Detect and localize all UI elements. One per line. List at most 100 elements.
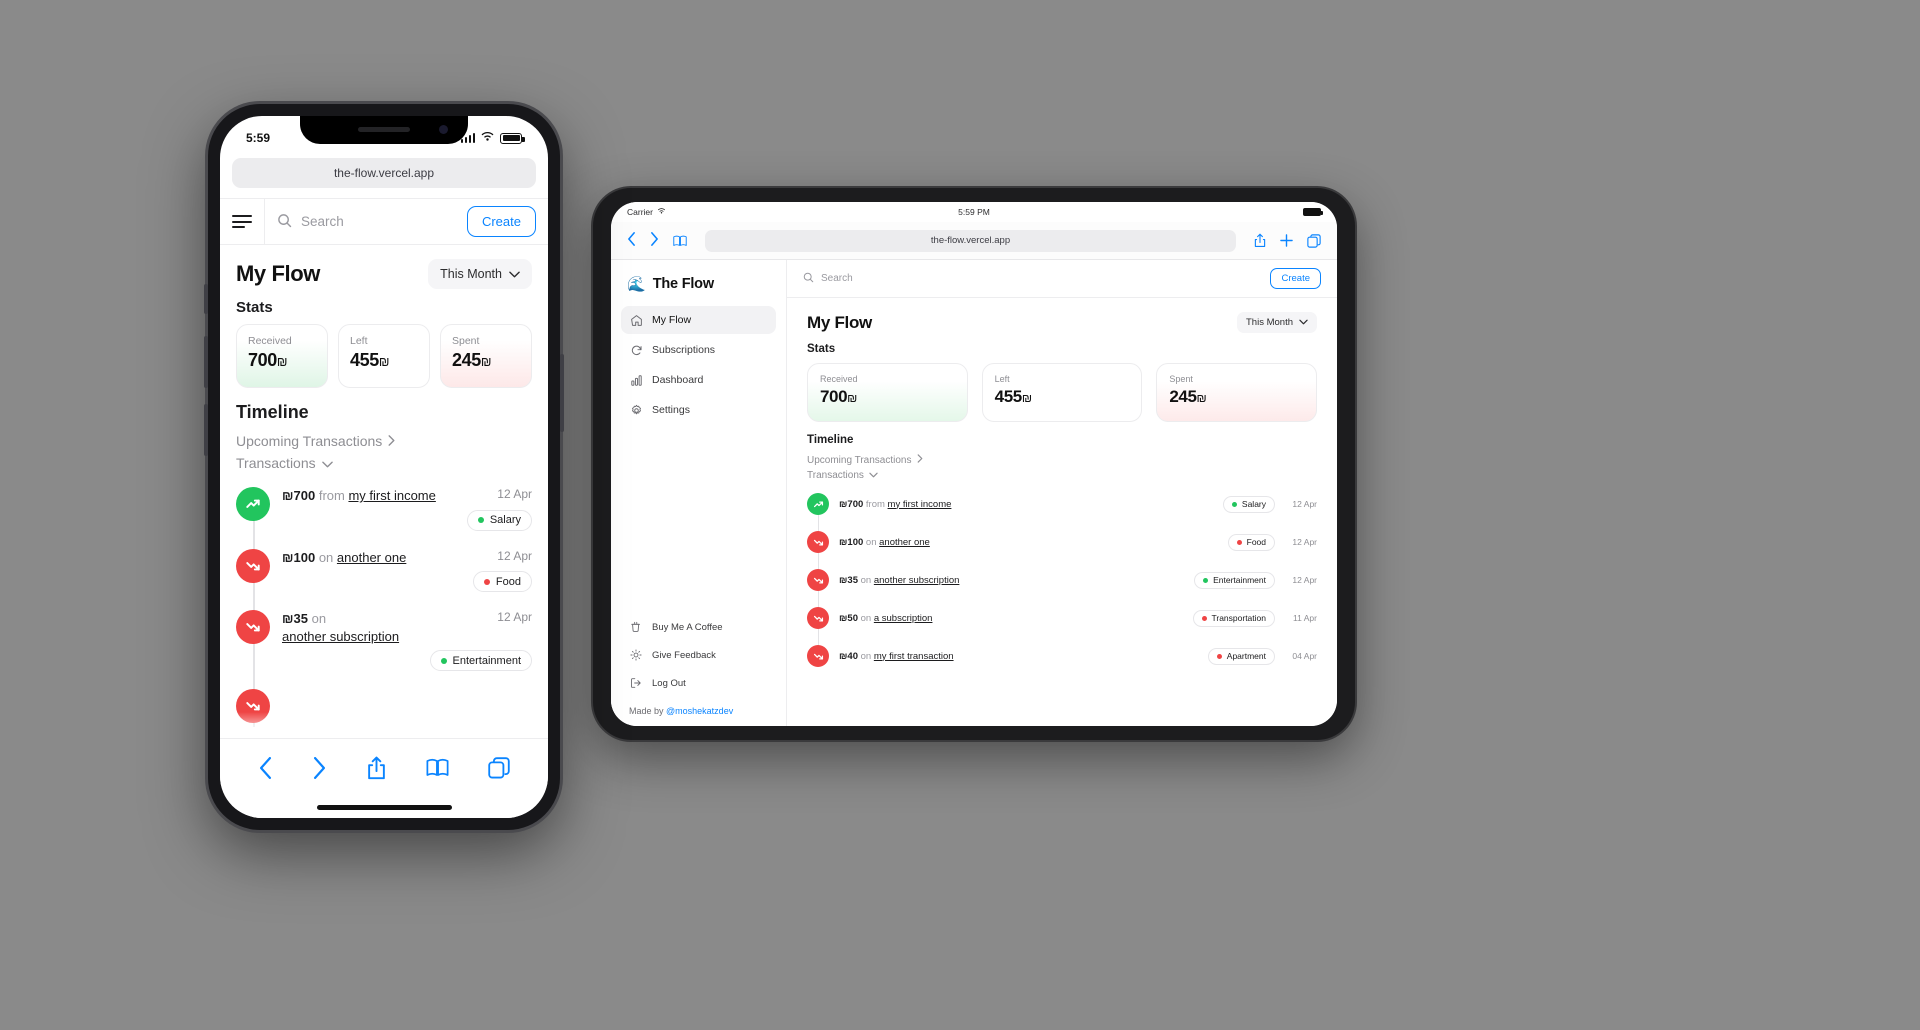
sidebar-footer-label: Buy Me A Coffee (652, 621, 723, 633)
party-link[interactable]: another subscription (874, 575, 960, 586)
list-item[interactable] (236, 681, 532, 733)
table-row[interactable]: ₪700 from my first income Salary 12 Apr (807, 485, 1317, 523)
upcoming-transactions-link[interactable]: Upcoming Transactions (807, 454, 1317, 466)
stat-amount: 455 (350, 350, 379, 370)
category-label: Salary (489, 514, 521, 527)
stat-value: 700₪ (248, 350, 316, 371)
back-button[interactable] (627, 232, 636, 249)
table-row[interactable]: ₪100 on another one Food 12 Apr (807, 523, 1317, 561)
amount-value: 50 (847, 612, 858, 624)
category-badge[interactable]: Transportation (1192, 609, 1275, 627)
list-item[interactable]: ₪700 from my first income 12 Apr Salary (236, 479, 532, 541)
timeline-heading: Timeline (236, 402, 309, 422)
list-item[interactable]: ₪100 on another one 12 Apr Food (236, 541, 532, 603)
preposition: from (318, 488, 345, 503)
phone-app-bar: Search Create (220, 198, 548, 245)
forward-button[interactable] (650, 232, 659, 249)
battery-icon (500, 132, 525, 144)
sidebar-item-dashboard[interactable]: Dashboard (621, 366, 776, 394)
party-link[interactable]: my first income (888, 499, 952, 510)
trend-down-icon (807, 531, 829, 553)
sidebar-item-settings[interactable]: Settings (621, 396, 776, 424)
stat-label: Received (820, 374, 858, 384)
search-placeholder: Search (821, 273, 853, 284)
stats-row: Received 700₪ Left 455₪ Spent 245₪ (236, 324, 532, 388)
preposition: on (318, 549, 334, 565)
party-link[interactable]: another one (879, 537, 930, 548)
party-link[interactable]: another subscription (282, 629, 399, 644)
category-badge[interactable]: Salary (466, 509, 532, 531)
sidebar-item-log-out[interactable]: Log Out (621, 670, 776, 696)
forward-button[interactable] (312, 756, 327, 779)
sidebar-item-buy-me-a-coffee[interactable]: Buy Me A Coffee (621, 614, 776, 640)
stat-amount: 700 (248, 350, 277, 370)
book-icon[interactable] (673, 235, 687, 247)
sidebar: 🌊 The Flow My Flow Subscriptions Dashboa… (611, 260, 787, 726)
category-badge[interactable]: Salary (1222, 495, 1275, 513)
plus-icon[interactable] (1280, 234, 1293, 247)
search-input[interactable]: Search (277, 213, 455, 231)
tabs-icon[interactable] (1307, 233, 1321, 248)
hamburger-menu-icon[interactable] (232, 215, 252, 228)
search-input[interactable]: Search (803, 272, 1260, 286)
transactions-toggle[interactable]: Transactions (236, 455, 532, 471)
category-badge[interactable]: Entertainment (429, 650, 532, 672)
period-label: This Month (1246, 317, 1293, 328)
refresh-icon (629, 343, 643, 357)
party-link[interactable]: another one (337, 550, 406, 565)
share-icon[interactable] (367, 756, 386, 780)
create-button[interactable]: Create (466, 206, 536, 237)
stat-card-left: Left 455₪ (981, 363, 1143, 422)
currency-symbol: ₪ (847, 391, 857, 405)
table-row[interactable]: ₪40 on my first transaction Apartment 04… (807, 637, 1317, 675)
book-icon[interactable] (426, 758, 449, 778)
phone-home-indicator (220, 796, 548, 818)
trend-down-icon (807, 645, 829, 667)
tabs-icon[interactable] (488, 756, 510, 779)
create-button[interactable]: Create (1270, 268, 1321, 289)
gear-icon (629, 403, 643, 417)
amount: ₪700 (839, 499, 863, 510)
preposition: on (311, 611, 327, 627)
category-badge[interactable]: Food (472, 571, 532, 593)
upcoming-transactions-link[interactable]: Upcoming Transactions (236, 433, 532, 449)
page-title: My Flow (236, 261, 320, 286)
made-by: Made by @moshekatzdev (621, 698, 776, 716)
stat-value: 245₪ (1169, 387, 1304, 407)
back-button[interactable] (258, 756, 273, 779)
transaction-date: 04 Apr (1292, 651, 1317, 661)
currency-symbol: ₪ (282, 549, 294, 565)
stat-value: 700₪ (820, 387, 955, 407)
sidebar-item-my-flow[interactable]: My Flow (621, 306, 776, 334)
share-icon[interactable] (1254, 233, 1266, 248)
list-item[interactable]: ₪35 on another subscription 12 Apr Entert… (236, 602, 532, 681)
category-label: Entertainment (452, 654, 521, 667)
transaction-date: 11 Apr (1293, 613, 1317, 623)
category-badge[interactable]: Food (1227, 533, 1275, 551)
table-row[interactable]: ₪35 on another subscription Entertainmen… (807, 561, 1317, 599)
sidebar-item-give-feedback[interactable]: Give Feedback (621, 642, 776, 668)
address-bar[interactable]: the-flow.vercel.app (705, 229, 1236, 252)
battery-icon (1303, 208, 1323, 216)
address-bar[interactable]: the-flow.vercel.app (232, 158, 536, 188)
status-time: 5:59 PM (958, 207, 990, 217)
tablet-status-bar: Carrier 5:59 PM (611, 202, 1337, 222)
phone-volume-button (204, 404, 208, 456)
transaction-date: 12 Apr (497, 610, 532, 625)
made-by-handle[interactable]: @moshekatzdev (666, 706, 733, 716)
sidebar-item-label: Subscriptions (652, 344, 716, 356)
period-select[interactable]: This Month (428, 259, 532, 289)
transactions-toggle[interactable]: Transactions (807, 470, 1317, 481)
category-badge[interactable]: Entertainment (1194, 571, 1275, 589)
table-row[interactable]: ₪50 on a subscription Transportation 11 … (807, 599, 1317, 637)
period-select[interactable]: This Month (1237, 312, 1317, 333)
party-link[interactable]: my first transaction (874, 651, 954, 662)
category-badge[interactable]: Apartment (1207, 647, 1275, 665)
phone-browser-tabbar (220, 738, 548, 796)
phone-power-button (560, 354, 564, 432)
phone-notch (300, 116, 468, 144)
party-link[interactable]: a subscription (874, 613, 933, 624)
currency-symbol: ₪ (480, 355, 492, 369)
party-link[interactable]: my first income (348, 488, 435, 503)
sidebar-item-subscriptions[interactable]: Subscriptions (621, 336, 776, 364)
